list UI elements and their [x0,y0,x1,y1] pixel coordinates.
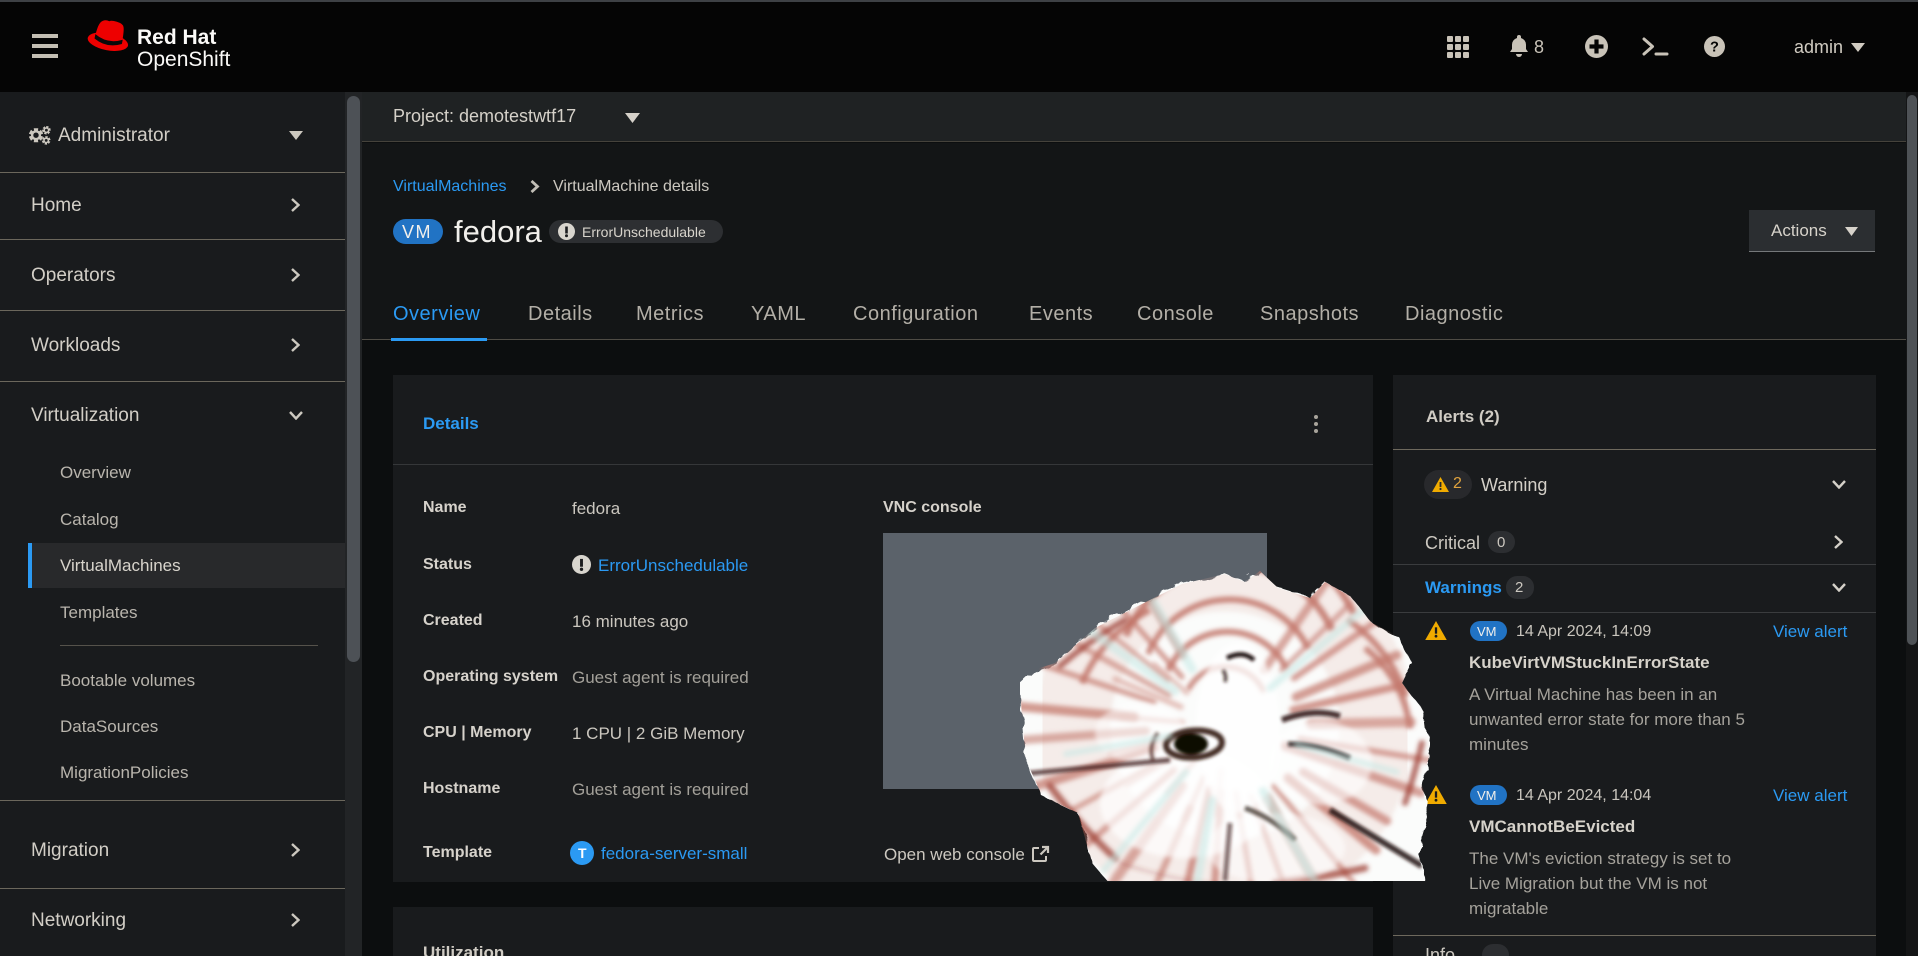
svg-text:?: ? [1710,40,1719,56]
